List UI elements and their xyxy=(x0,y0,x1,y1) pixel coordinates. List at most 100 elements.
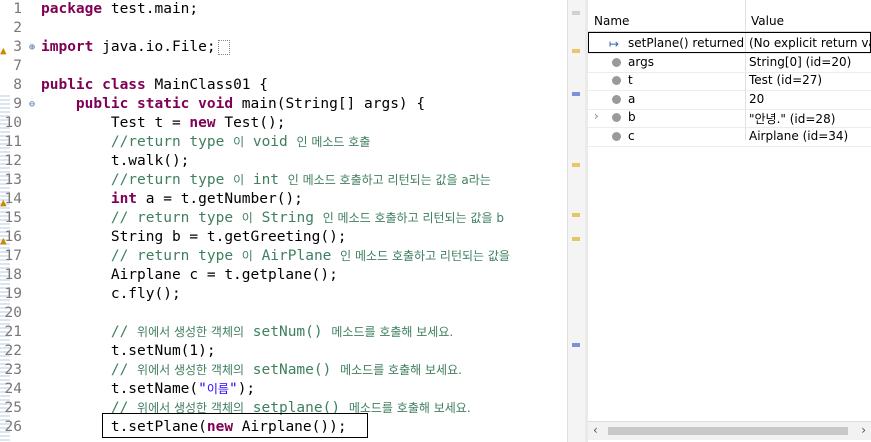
code-text[interactable]: public class MainClass01 { xyxy=(41,76,268,95)
code-text[interactable]: // return type 이 String 인 메소드 호출하고 리턴되는 … xyxy=(41,209,504,228)
scroll-left-icon[interactable]: ‹ xyxy=(593,423,598,437)
variables-view: Name Value ↦ setPlane() returned (No expli… xyxy=(588,0,871,442)
variable-icon xyxy=(612,94,621,104)
code-line[interactable]: 11 //return type 이 void 인 메소드 호출 xyxy=(0,133,567,152)
code-line[interactable]: 1 package test.main; xyxy=(0,0,567,19)
current-line-highlight xyxy=(102,413,368,438)
variable-row[interactable]: a 20 xyxy=(588,90,871,110)
code-line[interactable]: 2 xyxy=(0,19,567,38)
variable-row[interactable]: › b "안녕." (id=28) xyxy=(588,108,871,128)
ruler-marker[interactable] xyxy=(572,213,580,217)
ruler-marker[interactable] xyxy=(572,92,580,96)
code-line[interactable]: 22 t.setNum(1); xyxy=(0,342,567,361)
horizontal-scrollbar[interactable]: ‹ › xyxy=(588,421,871,440)
variable-name: a xyxy=(628,91,636,106)
code-line[interactable]: 12 t.walk(); xyxy=(0,152,567,171)
code-line[interactable]: ▲ 16 String b = t.getGreeting(); xyxy=(0,228,567,247)
variable-value: Test (id=27) xyxy=(749,73,823,87)
fold-toggle-icon[interactable]: ⊖ xyxy=(29,95,35,114)
code-text[interactable]: public static void main(String[] args) { xyxy=(41,95,425,114)
variable-row[interactable]: c Airplane (id=34) xyxy=(588,127,871,147)
line-number: 2 xyxy=(13,20,22,36)
code-line[interactable]: 23 // 위에서 생성한 객체의 setName() 메소드를 호출해 보세요… xyxy=(0,361,567,380)
scroll-right-icon[interactable]: › xyxy=(861,423,866,437)
column-header-name[interactable]: Name xyxy=(594,14,629,28)
line-number: 9 xyxy=(13,96,22,112)
column-header-value[interactable]: Value xyxy=(751,14,784,28)
code-text[interactable]: t.walk(); xyxy=(41,152,190,171)
code-text[interactable]: import java.io.File; xyxy=(41,38,231,57)
line-number: 25 xyxy=(4,400,22,416)
variable-value: String[0] (id=20) xyxy=(749,54,852,69)
line-number: 12 xyxy=(4,153,22,169)
overview-ruler[interactable] xyxy=(567,0,586,442)
variable-icon xyxy=(612,113,621,122)
code-line[interactable]: 9 ⊖ public static void main(String[] args… xyxy=(0,95,567,114)
line-number: 15 xyxy=(4,210,22,226)
line-number: 19 xyxy=(4,286,22,302)
code-line[interactable]: 19 c.fly(); xyxy=(0,285,567,304)
variable-row[interactable]: args String[0] (id=20) xyxy=(588,53,871,73)
ruler-marker[interactable] xyxy=(572,343,580,347)
code-line[interactable]: 10 Test t = new Test(); xyxy=(0,114,567,133)
line-number: 7 xyxy=(13,58,22,74)
variable-value: Airplane (id=34) xyxy=(749,128,849,143)
variable-name: c xyxy=(628,128,635,143)
variable-name: args xyxy=(628,54,654,69)
code-line[interactable]: ▲ 14 int a = t.getNumber(); xyxy=(0,190,567,209)
code-line[interactable]: 15 // return type 이 String 인 메소드 호출하고 리턴… xyxy=(0,209,567,228)
code-line[interactable]: 8 public class MainClass01 { xyxy=(0,76,567,95)
code-text[interactable]: c.fly(); xyxy=(41,285,181,304)
line-number: 13 xyxy=(4,172,22,188)
code-text[interactable]: Airplane c = t.getplane(); xyxy=(41,266,338,285)
code-line[interactable]: 21 // 위에서 생성한 객체의 setNum() 메소드를 호출해 보세요. xyxy=(0,323,567,342)
ruler-marker[interactable] xyxy=(572,237,580,241)
code-line[interactable]: 18 Airplane c = t.getplane(); xyxy=(0,266,567,285)
line-number: 21 xyxy=(4,324,22,340)
variables-header: Name Value xyxy=(588,11,871,32)
code-text[interactable]: // 위에서 생성한 객체의 setName() 메소드를 호출해 보세요. xyxy=(41,361,462,380)
scroll-thumb[interactable] xyxy=(608,427,848,435)
variable-value: 20 xyxy=(749,91,765,106)
code-text[interactable]: t.setName("이름"); xyxy=(41,380,255,399)
variable-row[interactable]: t Test (id=27) xyxy=(588,71,871,91)
ruler-marker[interactable] xyxy=(572,163,580,167)
line-number: 18 xyxy=(4,267,22,283)
code-text[interactable]: Test t = new Test(); xyxy=(41,114,286,133)
line-number: 16 xyxy=(4,229,22,245)
code-text[interactable]: // 위에서 생성한 객체의 setNum() 메소드를 호출해 보세요. xyxy=(41,323,453,342)
variable-icon xyxy=(612,76,621,85)
code-editor[interactable]: 1 package test.main; 2 ▲ 3 ⊕ import java.io.Fi… xyxy=(0,0,567,442)
code-line[interactable]: 13 //return type 이 int 인 메소드 호출하고 리턴되는 값… xyxy=(0,171,567,190)
code-line[interactable]: 7 xyxy=(0,57,567,76)
code-text[interactable]: t.setNum(1); xyxy=(41,342,216,361)
code-text[interactable]: String b = t.getGreeting(); xyxy=(41,228,347,247)
code-line[interactable]: ▲ 3 ⊕ import java.io.File; xyxy=(0,38,567,57)
line-number: 22 xyxy=(4,343,22,359)
code-text[interactable]: package test.main; xyxy=(41,0,198,19)
code-text[interactable]: int a = t.getNumber(); xyxy=(41,190,303,209)
returned-row-highlight xyxy=(588,32,871,53)
code-text[interactable]: //return type 이 void 인 메소드 호출 xyxy=(41,133,371,152)
variable-name: b xyxy=(628,110,636,124)
expand-icon[interactable]: › xyxy=(594,109,599,123)
code-text[interactable]: // return type 이 AirPlane 인 메소드 호출하고 리턴되… xyxy=(41,247,510,266)
line-number: 14 xyxy=(4,191,22,207)
line-number: 24 xyxy=(4,381,22,397)
line-number: 8 xyxy=(13,77,22,93)
code-text[interactable]: //return type 이 int 인 메소드 호출하고 리턴되는 값을 a… xyxy=(41,171,491,190)
fold-toggle-icon[interactable]: ⊕ xyxy=(29,38,35,57)
ruler-marker[interactable] xyxy=(572,11,580,15)
line-number: 11 xyxy=(4,134,22,150)
line-number: 3 xyxy=(13,39,22,55)
line-number: 17 xyxy=(4,248,22,264)
line-number: 23 xyxy=(4,362,22,378)
line-number: 20 xyxy=(4,305,22,321)
code-line[interactable]: 17 // return type 이 AirPlane 인 메소드 호출하고 … xyxy=(0,247,567,266)
line-number: 1 xyxy=(13,1,22,17)
variable-name: t xyxy=(628,73,633,87)
variable-icon xyxy=(612,57,621,67)
code-line[interactable]: 24 t.setName("이름"); xyxy=(0,380,567,399)
code-line[interactable]: 20 xyxy=(0,304,567,323)
ruler-marker[interactable] xyxy=(572,49,580,53)
